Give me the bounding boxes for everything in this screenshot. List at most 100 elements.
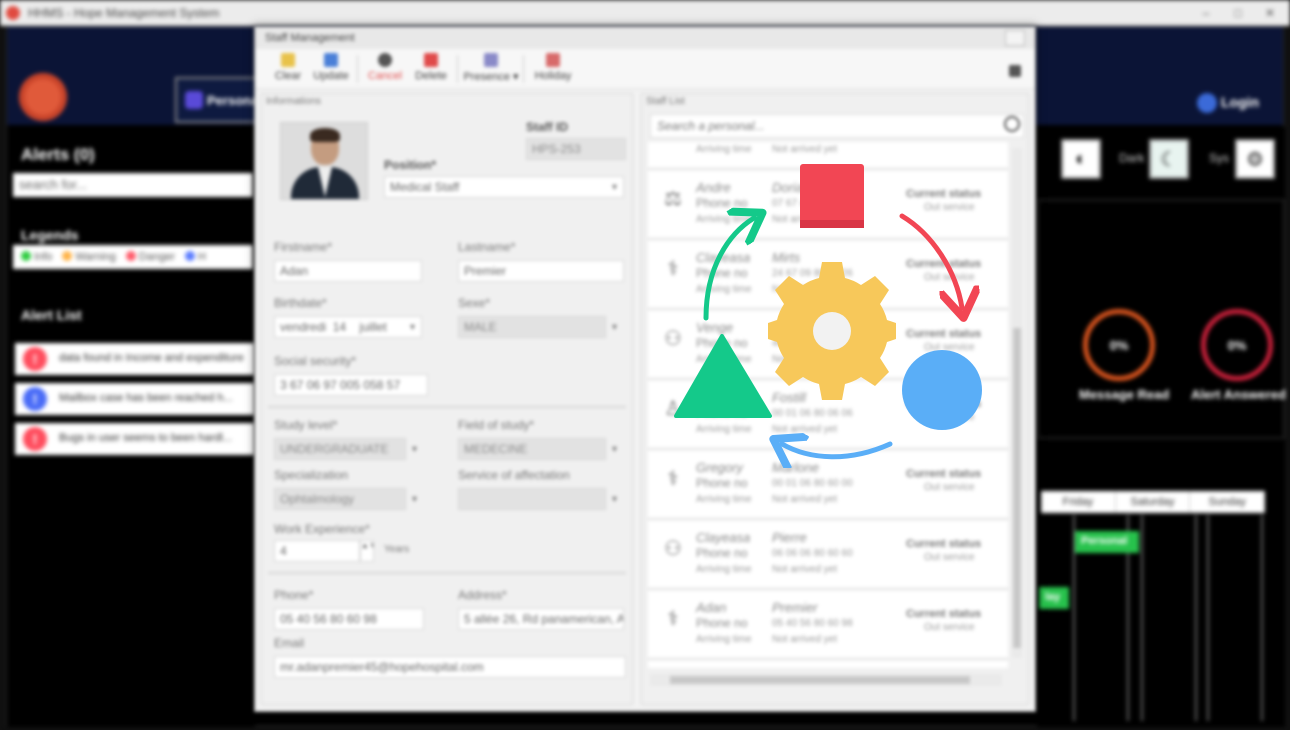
gear-icon: ⚙: [1246, 148, 1264, 171]
sexe-select[interactable]: MALE: [458, 316, 606, 338]
email-field[interactable]: mr.adanpremier45@hopehospital.com: [274, 656, 626, 678]
field-of-study-select[interactable]: MEDECINE: [458, 438, 606, 460]
arrival-value: Not arrived yet: [772, 564, 838, 575]
toolbar-label: Holiday: [534, 70, 572, 82]
day-header: Friday: [1041, 491, 1116, 513]
window-titlebar: HHMS - Hope Management System – □ ✕: [0, 0, 1290, 26]
login-label: Login: [1221, 94, 1260, 110]
dark-theme-label: Dark: [1119, 151, 1145, 165]
chevron-down-icon: ▾: [612, 444, 618, 455]
alert-text: data found in Income and expenditure: [59, 352, 244, 364]
alert-answered-ring: 0%: [1201, 309, 1273, 381]
staff-search-input[interactable]: Search a personal...: [650, 114, 1024, 138]
blue-circle-shape: [902, 350, 982, 430]
chevron-down-icon: ▾: [612, 182, 618, 193]
staff-row[interactable]: ⚇ Clayeasa Pierre Phone no 06 06 06 80 60 60…: [648, 520, 1008, 590]
staff-id-label: Staff ID: [526, 120, 568, 134]
alert-item[interactable]: ! data found in Income and expenditure: [15, 343, 255, 375]
phone-label: Phone*: [274, 588, 314, 602]
close-window-button[interactable]: ✕: [1256, 4, 1284, 22]
green-triangle-shape: [674, 334, 772, 418]
lastname-label: Lastname*: [458, 240, 516, 254]
nav-personal-button[interactable]: Personal: [175, 77, 265, 123]
position-label: Position*: [384, 158, 437, 172]
moon-icon: ☾: [1160, 148, 1178, 171]
legend-row: Info Warning Danger H: [13, 245, 253, 269]
service-select[interactable]: [458, 488, 606, 510]
service-label: Service of affectation: [458, 468, 570, 482]
calendar-column: [1207, 515, 1263, 721]
sexe-label: Sexe*: [458, 296, 491, 310]
contrast-icon: ◐: [1074, 147, 1088, 170]
toolbar-label: Delete: [415, 70, 447, 82]
toolbar-label: Cancel: [367, 70, 403, 82]
info-group-label: Informations: [266, 96, 322, 107]
specialization-select[interactable]: Ophtalmology: [274, 488, 406, 510]
contrast-theme-button[interactable]: ◐: [1061, 139, 1101, 179]
field-of-study-label: Field of study*: [458, 418, 535, 432]
minimize-button[interactable]: –: [1192, 4, 1220, 22]
presence-button[interactable]: Presence ▾: [463, 53, 519, 87]
social-security-field[interactable]: 3 67 06 97 005 058 57: [274, 374, 428, 396]
broom-icon: [281, 53, 295, 67]
login-button[interactable]: Login: [1193, 87, 1263, 119]
stepper-arrows[interactable]: ▲▼: [360, 540, 374, 562]
staff-list-label: Staff List: [646, 96, 685, 107]
birthdate-picker[interactable]: vendredi 14 juillet: [274, 316, 422, 338]
dark-theme-button[interactable]: ☾: [1149, 139, 1189, 179]
arrival-value: Not arrived yet: [772, 494, 838, 505]
vertical-scrollbar[interactable]: [1012, 148, 1022, 658]
alerts-search-input[interactable]: search for...: [13, 173, 253, 197]
position-select[interactable]: Medical Staff: [384, 176, 624, 198]
toolbar-separator: [357, 55, 358, 83]
delete-button[interactable]: Delete: [411, 53, 451, 87]
calendar-event[interactable]: Personal: [1075, 531, 1139, 553]
firstname-field[interactable]: Adan: [274, 260, 422, 282]
staff-row[interactable]: ⚕ Adan Premier Phone no 05 40 56 80 60 98 Arr…: [648, 590, 1008, 660]
calendar-event[interactable]: lay: [1039, 587, 1069, 609]
phone-field[interactable]: 05 40 56 80 60 98: [274, 608, 424, 630]
app-icon: [6, 5, 20, 20]
clear-button[interactable]: Clear: [271, 53, 305, 87]
scroll-thumb[interactable]: [1013, 328, 1021, 648]
people-icon: [185, 91, 203, 109]
status-value: Out service: [924, 142, 975, 143]
search-icon[interactable]: [1004, 116, 1020, 132]
address-field[interactable]: 5 allée 26, Rd panamerican, Ab: [458, 608, 624, 630]
message-read-ring: 0%: [1083, 309, 1155, 381]
ring-value: 0%: [1227, 337, 1247, 353]
maximize-button[interactable]: □: [1224, 4, 1252, 22]
legends-title: Legends: [21, 227, 79, 243]
alert-item[interactable]: ! Bugs in user seems to been hardl...: [15, 423, 255, 455]
dialog-close-button[interactable]: [1005, 30, 1025, 46]
scroll-thumb[interactable]: [670, 676, 970, 684]
email-label: Email: [274, 636, 305, 650]
staff-firstname: Clayeasa: [696, 530, 751, 545]
day-header: Sunday: [1190, 491, 1266, 513]
current-status-label: Current status: [906, 608, 982, 620]
study-level-select[interactable]: UNDERGRADUATE: [274, 438, 406, 460]
cancel-button[interactable]: Cancel: [365, 53, 405, 87]
horizontal-scrollbar[interactable]: [650, 674, 1002, 686]
trash-icon: [424, 53, 438, 67]
social-security-label: Social security*: [274, 354, 357, 368]
alert-item[interactable]: ! Mailbox case has been reached h...: [15, 383, 255, 415]
staff-photo[interactable]: [280, 122, 368, 200]
lock-icon[interactable]: [1009, 65, 1021, 77]
work-experience-stepper[interactable]: 4: [274, 540, 360, 562]
chevron-down-icon: ▾: [612, 494, 618, 505]
phone-no-label: Phone no: [696, 476, 748, 490]
update-button[interactable]: Update: [311, 53, 351, 87]
staff-phone: 05 40 56 80 60 98: [772, 618, 853, 629]
role-icon: ⚕: [667, 608, 679, 630]
information-panel: Informations Staff ID HPS-253 Position* …: [261, 93, 633, 705]
holiday-button[interactable]: Holiday: [529, 53, 577, 87]
toolbar-label: Presence: [463, 71, 510, 83]
arriving-time-label: Arriving time: [696, 494, 752, 505]
staff-phone: 00 01 06 80 60 00: [772, 478, 853, 489]
lastname-field[interactable]: Premier: [458, 260, 624, 282]
settings-theme-button[interactable]: ⚙: [1235, 139, 1275, 179]
calendar-header: Friday Saturday Sunday: [1041, 491, 1266, 513]
green-arrow: [703, 218, 754, 321]
work-experience-label: Work Experience*: [274, 522, 370, 536]
